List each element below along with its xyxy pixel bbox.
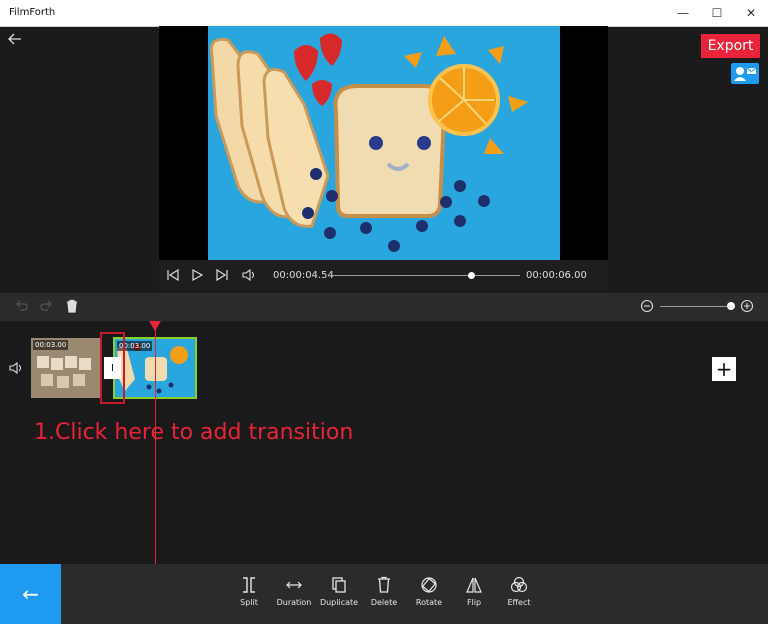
flip-icon xyxy=(466,577,482,593)
tutorial-annotation: 1.Click here to add transition xyxy=(34,420,354,445)
seek-slider[interactable] xyxy=(333,275,520,276)
preview-frame xyxy=(208,26,560,260)
effect-icon xyxy=(510,576,528,593)
close-button[interactable]: ✕ xyxy=(734,0,768,26)
split-icon xyxy=(243,577,255,593)
zoom-out-icon[interactable] xyxy=(640,299,654,313)
contact-card-icon xyxy=(731,63,759,84)
redo-icon[interactable] xyxy=(40,299,54,313)
clip-duration: 00:03.00 xyxy=(33,340,69,350)
skip-start-icon[interactable] xyxy=(166,268,180,282)
tool-label: Effect xyxy=(507,598,531,607)
timeline-clip[interactable]: 00:03.00 xyxy=(31,338,101,398)
undo-icon[interactable] xyxy=(14,299,28,313)
arrow-left-icon xyxy=(8,33,21,45)
play-icon[interactable] xyxy=(190,268,204,282)
track-volume-icon[interactable] xyxy=(8,361,22,375)
minimize-button[interactable]: — xyxy=(666,0,700,26)
window-title: FilmForth xyxy=(9,7,56,18)
duration-icon xyxy=(286,581,302,589)
back-button[interactable] xyxy=(7,31,25,49)
effect-tool-button[interactable]: Effect xyxy=(491,575,547,615)
playhead-line[interactable] xyxy=(155,330,156,564)
rotate-icon xyxy=(421,577,437,593)
zoom-thumb[interactable] xyxy=(727,302,735,310)
trash-icon[interactable] xyxy=(65,299,79,313)
current-time: 00:00:04.54 xyxy=(273,270,334,281)
add-transition-button[interactable]: I xyxy=(104,357,121,379)
maximize-button[interactable]: ☐ xyxy=(700,0,734,26)
window-titlebar: FilmForth — ☐ ✕ xyxy=(0,0,768,27)
playhead-handle[interactable] xyxy=(149,321,161,331)
add-clip-button[interactable]: + xyxy=(712,357,736,381)
contact-button[interactable] xyxy=(731,63,759,84)
total-time: 00:00:06.00 xyxy=(526,270,587,281)
skip-end-icon[interactable] xyxy=(215,268,229,282)
delete-icon xyxy=(378,576,390,593)
export-button[interactable]: Export xyxy=(701,34,760,58)
zoom-in-icon[interactable] xyxy=(740,299,754,313)
duplicate-icon xyxy=(332,577,346,593)
zoom-slider[interactable] xyxy=(660,306,730,307)
back-to-home-button[interactable]: ← xyxy=(0,564,61,624)
volume-icon[interactable] xyxy=(241,268,255,282)
